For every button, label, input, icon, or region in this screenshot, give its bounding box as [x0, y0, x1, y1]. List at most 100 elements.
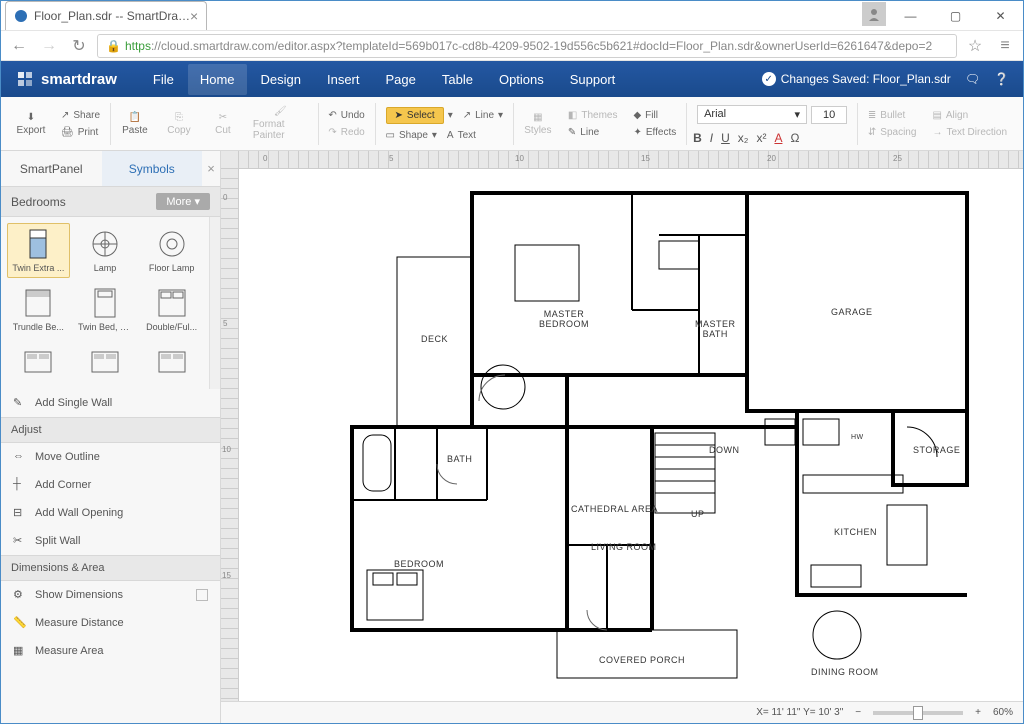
export-group[interactable]: ⬇ Export [9, 112, 53, 136]
add-wall-opening-button[interactable]: ⊟Add Wall Opening [1, 499, 220, 527]
menu-design[interactable]: Design [249, 64, 313, 95]
format-painter-button[interactable]: 🖌Format Painter [245, 106, 316, 141]
measure-area-button[interactable]: ▦Measure Area [1, 637, 220, 665]
floor-plan[interactable] [267, 175, 1007, 701]
symbol-row3-1[interactable] [7, 341, 70, 383]
menu-insert[interactable]: Insert [315, 64, 372, 95]
bullet-button[interactable]: ≣ Bullet [864, 107, 921, 124]
undo-button[interactable]: ↶Undo [324, 107, 368, 124]
paste-button[interactable]: 📋 Paste [113, 112, 157, 136]
line-dropdown-icon[interactable]: ▾ [498, 110, 503, 121]
zoom-thumb[interactable] [913, 706, 923, 720]
add-corner-button[interactable]: ┼Add Corner [1, 471, 220, 499]
styles-button[interactable]: ▦Styles [516, 112, 560, 136]
bullet-icon: ≣ [868, 110, 876, 121]
symbol-insert-button[interactable]: Ω [790, 131, 799, 145]
effects-button[interactable]: ✦Effects [629, 124, 680, 141]
themes-button[interactable]: ◧Themes [564, 107, 622, 124]
share-button[interactable]: ↗Share [57, 107, 104, 124]
menu-table[interactable]: Table [430, 64, 485, 95]
select-dropdown-icon[interactable]: ▾ [448, 110, 453, 121]
close-tab-icon[interactable]: × [190, 8, 198, 24]
status-bar: X= 11' 11" Y= 10' 3" − + 60% [221, 701, 1023, 723]
italic-button[interactable]: I [710, 131, 713, 145]
label-master-bath: MASTER BATH [695, 319, 736, 339]
bookmark-button[interactable]: ☆ [963, 34, 987, 58]
bold-button[interactable]: B [693, 131, 702, 145]
save-status: ✓ Changes Saved: Floor_Plan.sdr [762, 72, 951, 86]
font-select[interactable]: Arial▾ [697, 105, 807, 124]
underline-button[interactable]: U [721, 131, 730, 145]
symbol-scrollbar[interactable] [209, 217, 220, 389]
font-size-select[interactable]: 10 [811, 106, 847, 124]
brush-icon: 🖌 [274, 106, 287, 117]
browser-menu-button[interactable]: ≡ [993, 34, 1017, 58]
redo-button[interactable]: ↷Redo [324, 124, 368, 141]
back-button[interactable]: ← [7, 34, 31, 58]
shape-dropdown-icon[interactable]: ▾ [432, 130, 437, 141]
font-color-button[interactable]: A [774, 131, 782, 145]
line-style-button[interactable]: ✎Line [564, 124, 622, 141]
styles-icon: ▦ [533, 112, 542, 123]
zoom-out-button[interactable]: − [855, 707, 861, 718]
app-logo[interactable]: smartdraw [15, 69, 117, 89]
split-wall-button[interactable]: ✂Split Wall [1, 527, 220, 555]
symbol-double-full[interactable]: Double/Ful... [140, 282, 203, 337]
symbol-trundle-bed[interactable]: Trundle Be... [7, 282, 70, 337]
copy-button[interactable]: ⎘Copy [157, 112, 201, 136]
bullet-label: Bullet [880, 110, 905, 121]
menu-support[interactable]: Support [558, 64, 628, 95]
menu-home[interactable]: Home [188, 64, 247, 95]
dimensions-checkbox[interactable] [196, 589, 208, 601]
reload-button[interactable]: ↻ [67, 34, 91, 58]
symbol-twin-extra[interactable]: Twin Extra ... [7, 223, 70, 278]
add-single-wall-button[interactable]: ✎Add Single Wall [1, 389, 220, 417]
ruler-icon: 📏 [13, 616, 27, 630]
symbol-floor-lamp[interactable]: Floor Lamp [140, 223, 203, 278]
shape-button[interactable]: Shape [399, 130, 428, 141]
maximize-button[interactable]: ▢ [933, 2, 978, 30]
label-bath: BATH [447, 454, 472, 464]
zoom-in-button[interactable]: + [975, 707, 981, 718]
measure-distance-button[interactable]: 📏Measure Distance [1, 609, 220, 637]
label-bedroom: BEDROOM [394, 559, 444, 569]
zoom-slider[interactable] [873, 711, 963, 715]
cut-button[interactable]: ✂Cut [201, 112, 245, 136]
print-button[interactable]: 🖨Print [57, 124, 104, 141]
show-dimensions-button[interactable]: ⚙Show Dimensions [1, 581, 220, 609]
symbol-lamp[interactable]: Lamp [74, 223, 137, 278]
line-label[interactable]: Line [475, 110, 494, 121]
menu-options[interactable]: Options [487, 64, 556, 95]
symbol-row3-3[interactable] [140, 341, 203, 383]
menu-file[interactable]: File [141, 64, 186, 95]
more-button[interactable]: More ▾ [156, 193, 210, 210]
drawing-canvas[interactable]: MASTER BEDROOM MASTER BATH DECK GARAGE S… [239, 169, 1023, 701]
symbol-row3-2[interactable] [74, 341, 137, 383]
user-icon[interactable] [862, 2, 886, 26]
superscript-button[interactable]: x² [756, 131, 766, 145]
select-tool-button[interactable]: ➤Select [386, 107, 444, 124]
subscript-button[interactable]: x₂ [738, 131, 749, 145]
tab-symbols[interactable]: Symbols [102, 151, 203, 186]
forward-button[interactable]: → [37, 34, 61, 58]
move-outline-button[interactable]: ⇔Move Outline [1, 443, 220, 471]
text-direction-button[interactable]: →Text Direction [928, 124, 1011, 141]
symbol-twin-bed-s[interactable]: Twin Bed, S... [74, 282, 137, 337]
close-panel-icon[interactable]: × [202, 151, 220, 186]
line-tool-icon: ↗ [463, 110, 471, 121]
browser-tab[interactable]: Floor_Plan.sdr -- SmartDra… × [5, 1, 207, 30]
print-icon: 🖨 [61, 127, 74, 138]
url-field[interactable]: 🔒 https://cloud.smartdraw.com/editor.asp… [97, 34, 957, 58]
move-icon: ⇔ [13, 450, 27, 464]
text-button[interactable]: Text [458, 130, 476, 141]
help-icon[interactable]: ❔ [994, 72, 1009, 86]
minimize-button[interactable]: — [888, 2, 933, 30]
spacing-button[interactable]: ⇵Spacing [864, 124, 921, 141]
notifications-icon[interactable]: 🗨 [965, 72, 980, 86]
label-up: UP [691, 509, 705, 519]
tab-smartpanel[interactable]: SmartPanel [1, 151, 102, 186]
align-button[interactable]: ▤Align [928, 107, 1011, 124]
fill-button[interactable]: ◆Fill [629, 107, 680, 124]
menu-page[interactable]: Page [374, 64, 428, 95]
close-window-button[interactable]: ✕ [978, 2, 1023, 30]
